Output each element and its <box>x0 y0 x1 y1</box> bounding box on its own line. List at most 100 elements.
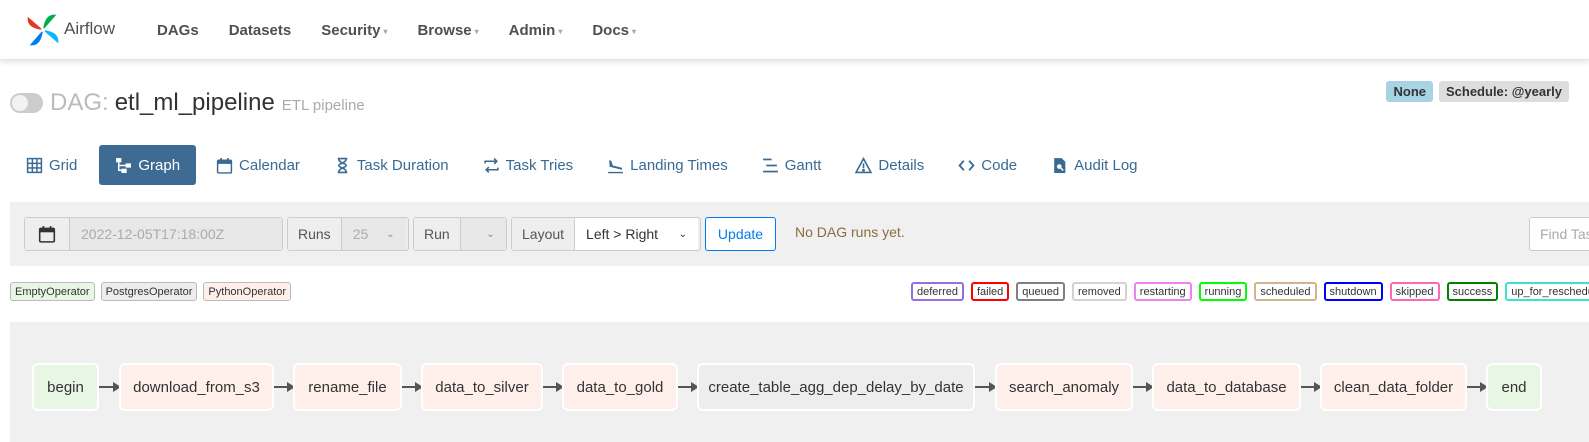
state-chip-deferred[interactable]: deferred <box>911 282 964 301</box>
operator-legend: EmptyOperator PostgresOperator PythonOpe… <box>10 282 297 301</box>
gantt-icon <box>762 158 778 172</box>
code-icon <box>958 159 975 171</box>
warning-triangle-icon <box>855 156 873 173</box>
dag-prefix: DAG: <box>50 89 109 116</box>
base-date-input[interactable]: 2022-12-05T17:18:00Z <box>69 218 282 250</box>
state-chip-queued[interactable]: queued <box>1016 282 1065 301</box>
tab-graph[interactable]: Graph <box>99 145 197 185</box>
operator-chip: PythonOperator <box>203 282 292 301</box>
audit-log-icon <box>1054 157 1066 173</box>
dag-id: etl_ml_pipeline <box>114 89 275 116</box>
operator-chip: PostgresOperator <box>100 282 198 301</box>
brand-name: Airflow <box>64 19 116 38</box>
tab-audit-log[interactable]: Audit Log <box>1039 145 1149 185</box>
grid-icon <box>26 157 43 173</box>
edge-arrow <box>543 382 564 392</box>
task-node-search-anomaly[interactable]: search_anomaly <box>995 363 1133 411</box>
dag-badges: None Schedule: @yearly <box>1380 81 1569 102</box>
caret-down-icon: ▾ <box>383 26 388 36</box>
edge-arrow <box>274 382 295 392</box>
tab-task-duration[interactable]: Task Duration <box>322 145 461 185</box>
task-node-data-to-gold[interactable]: data_to_gold <box>562 363 678 411</box>
chevron-down-icon: ⌄ <box>386 228 395 240</box>
edge-arrow <box>1133 382 1154 392</box>
task-node-download-from-s3[interactable]: download_from_s3 <box>119 363 274 411</box>
layout-group: Layout Left > Right ⌄ <box>511 217 701 251</box>
tab-gantt[interactable]: Gantt <box>750 145 834 185</box>
task-node-clean-data-folder[interactable]: clean_data_folder <box>1320 363 1467 411</box>
base-date-group: 2022-12-05T17:18:00Z <box>24 217 283 251</box>
schedule-badge[interactable]: Schedule: @yearly <box>1438 81 1569 102</box>
dag-header: DAG: etl_ml_pipeline ETL pipeline <box>10 86 365 120</box>
caret-down-icon: ▾ <box>558 26 563 36</box>
brand[interactable]: Airflow <box>24 11 115 49</box>
state-chip-running[interactable]: running <box>1198 282 1248 301</box>
calendar-icon[interactable] <box>25 218 69 250</box>
nav-item-dags[interactable]: DAGs <box>157 22 199 39</box>
state-legend: deferred failed queued removed restartin… <box>911 282 1589 301</box>
graph-icon <box>116 157 132 173</box>
edge-arrow <box>1467 382 1488 392</box>
state-chip-scheduled[interactable]: scheduled <box>1254 282 1317 301</box>
dag-description: ETL pipeline <box>281 97 365 114</box>
edge-arrow <box>402 382 423 392</box>
runs-value: 25 <box>352 226 369 242</box>
state-chip-removed[interactable]: removed <box>1072 282 1127 301</box>
state-chip-shutdown[interactable]: shutdown <box>1323 282 1383 301</box>
nav-item-security[interactable]: Security ▾ <box>321 22 387 39</box>
run-select[interactable]: ⌄ <box>459 218 506 250</box>
nav-item-datasets[interactable]: Datasets <box>229 22 292 39</box>
graph-controls: 2022-12-05T17:18:00Z Runs 25 ⌄ Run ⌄ Lay… <box>10 202 1589 266</box>
run-group: Run ⌄ <box>413 217 507 251</box>
update-button[interactable]: Update <box>705 217 776 251</box>
tab-details[interactable]: Details <box>843 145 936 185</box>
task-node-rename-file[interactable]: rename_file <box>293 363 402 411</box>
top-navbar: Airflow DAGs Datasets Security ▾ Browse ▾ … <box>0 0 1589 60</box>
chevron-down-icon: ⌄ <box>678 228 688 240</box>
caret-down-icon: ▾ <box>474 26 479 36</box>
calendar-icon <box>216 157 233 174</box>
task-node-data-to-silver[interactable]: data_to_silver <box>421 363 543 411</box>
dag-pause-toggle[interactable] <box>10 93 43 113</box>
nav-item-docs[interactable]: Docs ▾ <box>592 22 636 39</box>
task-node-create-table-agg-dep-delay-by-date[interactable]: create_table_agg_dep_delay_by_date <box>697 363 975 411</box>
task-node-data-to-database[interactable]: data_to_database <box>1152 363 1301 411</box>
state-chip-up-for-reschedule[interactable]: up_for_reschedule <box>1505 282 1589 301</box>
task-node-end[interactable]: end <box>1486 363 1542 411</box>
tab-task-tries[interactable]: Task Tries <box>471 145 586 185</box>
layout-select[interactable]: Left > Right ⌄ <box>574 218 699 250</box>
layout-value: Left > Right <box>586 226 659 242</box>
task-node-begin[interactable]: begin <box>32 363 99 411</box>
caret-down-icon: ▾ <box>632 26 637 36</box>
airflow-logo-icon <box>27 14 59 46</box>
edge-arrow <box>99 382 121 392</box>
nav-item-browse[interactable]: Browse ▾ <box>417 22 478 39</box>
dag-graph[interactable]: begin download_from_s3 rename_file data_… <box>10 322 1589 442</box>
state-chip-restarting[interactable]: restarting <box>1133 282 1192 301</box>
tab-grid[interactable]: Grid <box>14 145 89 185</box>
tab-code[interactable]: Code <box>946 145 1029 185</box>
state-chip-skipped[interactable]: skipped <box>1389 282 1440 301</box>
runs-label: Runs <box>288 218 341 250</box>
edge-arrow <box>975 382 997 392</box>
runs-group: Runs 25 ⌄ <box>287 217 409 251</box>
chevron-down-icon: ⌄ <box>486 228 495 240</box>
hourglass-icon <box>337 157 348 173</box>
nav-item-admin[interactable]: Admin ▾ <box>509 22 563 39</box>
state-chip-success[interactable]: success <box>1446 282 1499 301</box>
state-chip-failed[interactable]: failed <box>970 282 1010 301</box>
runs-select[interactable]: 25 ⌄ <box>340 218 406 250</box>
landing-icon <box>608 159 624 173</box>
dag-none-badge[interactable]: None <box>1386 81 1433 102</box>
edge-arrow <box>1301 382 1322 392</box>
layout-label: Layout <box>512 218 575 250</box>
tab-landing-times[interactable]: Landing Times <box>595 145 740 185</box>
operator-chip: EmptyOperator <box>10 282 95 301</box>
find-task-input[interactable]: Find Task... <box>1529 217 1589 251</box>
tab-calendar[interactable]: Calendar <box>204 145 312 185</box>
dag-view-tabs: Grid Graph Calendar Task Duration Task T… <box>14 145 1160 185</box>
run-label: Run <box>414 218 460 250</box>
no-runs-message: No DAG runs yet. <box>795 224 905 240</box>
retry-icon <box>483 157 499 173</box>
edge-arrow <box>678 382 699 392</box>
